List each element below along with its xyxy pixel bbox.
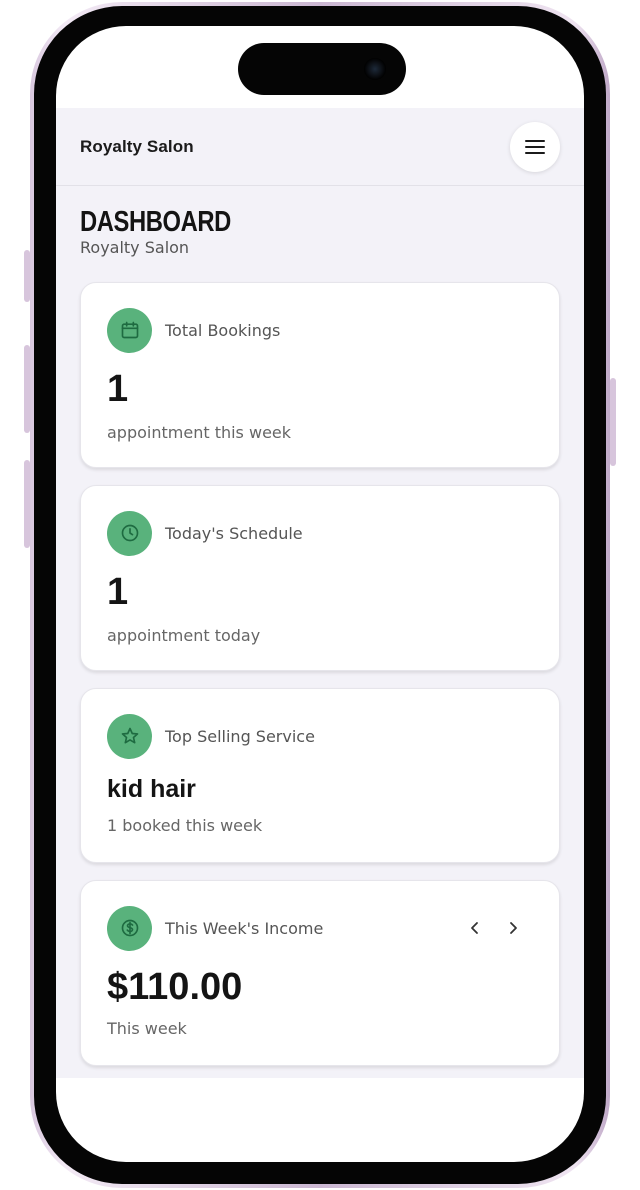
card-label: Total Bookings <box>165 320 281 340</box>
card-header: This Week's Income <box>107 905 533 951</box>
page-subtitle: Royalty Salon <box>80 238 190 257</box>
card-header: Today's Schedule <box>107 510 533 556</box>
power-button <box>610 378 616 466</box>
top-selling-service-card[interactable]: Top Selling Service kid hair 1 booked th… <box>80 688 560 863</box>
card-label: Top Selling Service <box>165 726 315 746</box>
card-label: Today's Schedule <box>165 523 303 543</box>
camera-icon <box>364 58 386 80</box>
page-heading: DASHBOARD Royalty Salon <box>56 186 584 258</box>
card-description: This week <box>107 1019 187 1038</box>
chevron-right-icon <box>510 922 517 934</box>
phone-screen: Royalty Salon DASHBOARD Royalty Salon To… <box>56 26 584 1162</box>
card-value: 1 <box>107 368 129 410</box>
menu-button[interactable] <box>510 121 560 172</box>
total-bookings-card[interactable]: Total Bookings 1 appointment this week <box>80 282 560 468</box>
card-description: appointment this week <box>107 423 292 442</box>
card-description: appointment today <box>107 626 261 645</box>
top-bar: Royalty Salon <box>56 108 584 186</box>
clock-icon <box>107 510 152 556</box>
card-label: This Week's Income <box>165 918 324 938</box>
dollar-icon <box>107 905 152 951</box>
dynamic-island <box>238 43 406 95</box>
page-title: DASHBOARD <box>80 206 231 238</box>
stats-cards: Total Bookings 1 appointment this week T… <box>56 282 584 1066</box>
card-value: 1 <box>107 571 129 613</box>
card-value: $110.00 <box>107 966 243 1008</box>
phone-bezel: Royalty Salon DASHBOARD Royalty Salon To… <box>34 6 606 1184</box>
volume-down-button <box>24 460 30 548</box>
todays-schedule-card[interactable]: Today's Schedule 1 appointment today <box>80 485 560 671</box>
next-week-button[interactable] <box>503 918 523 938</box>
weekly-income-card[interactable]: This Week's Income $110.00 This week <box>80 880 560 1066</box>
card-header: Top Selling Service <box>107 713 533 759</box>
calendar-icon <box>107 307 152 353</box>
week-navigation <box>465 918 533 938</box>
menu-icon <box>525 139 545 154</box>
brand-name: Royalty Salon <box>80 136 194 156</box>
action-button <box>24 250 30 302</box>
app-content: Royalty Salon DASHBOARD Royalty Salon To… <box>56 108 584 1078</box>
previous-week-button[interactable] <box>465 918 485 938</box>
chevron-left-icon <box>471 922 478 934</box>
card-description: 1 booked this week <box>107 816 263 835</box>
card-header: Total Bookings <box>107 307 533 353</box>
star-icon <box>107 713 152 759</box>
volume-up-button <box>24 345 30 433</box>
phone-frame: Royalty Salon DASHBOARD Royalty Salon To… <box>30 2 610 1188</box>
card-value: kid hair <box>107 775 196 803</box>
